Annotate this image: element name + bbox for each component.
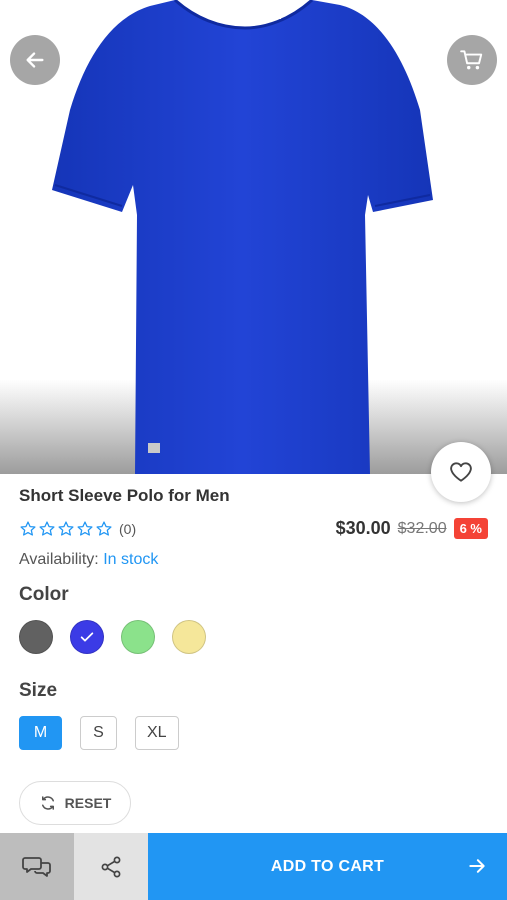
current-price: $30.00	[335, 518, 391, 538]
star-icon	[77, 521, 93, 536]
star-icon	[39, 521, 55, 536]
availability: Availability: In stock	[19, 551, 158, 569]
star-icon	[96, 521, 112, 536]
color-section-title: Color	[19, 584, 69, 605]
size-section-title: Size	[19, 680, 58, 701]
star-icon	[58, 521, 74, 536]
availability-label: Availability:	[19, 551, 99, 568]
reset-label: RESET	[64, 795, 112, 811]
size-option-m[interactable]: M	[19, 716, 62, 750]
color-swatches	[19, 620, 206, 654]
add-to-cart-button[interactable]: ADD TO CART	[148, 833, 507, 900]
star-icon	[20, 521, 36, 536]
add-to-cart-label: ADD TO CART	[270, 857, 385, 875]
bottom-action-bar: ADD TO CART	[0, 833, 507, 900]
color-swatch-light-green[interactable]	[121, 620, 155, 654]
color-swatch-blue[interactable]	[70, 620, 104, 654]
rating[interactable]: (0)	[19, 520, 136, 538]
share-icon	[101, 856, 121, 877]
reset-button[interactable]: RESET	[19, 781, 131, 825]
size-option-s[interactable]: S	[80, 716, 117, 750]
cart-button[interactable]	[447, 35, 497, 85]
status-time: 9:46 AM	[224, 6, 283, 23]
chat-button[interactable]	[0, 833, 74, 900]
color-swatch-light-yellow[interactable]	[172, 620, 206, 654]
chat-bubbles-icon	[22, 856, 51, 877]
arrow-right-icon	[469, 859, 485, 873]
availability-status: In stock	[103, 551, 159, 568]
tshirt-image	[52, 0, 433, 474]
size-options: M S XL	[19, 716, 179, 750]
back-button[interactable]	[10, 35, 60, 85]
arrow-left-icon	[26, 52, 44, 68]
discount-badge: 6 %	[453, 518, 488, 539]
size-option-xl[interactable]: XL	[135, 716, 179, 750]
heart-icon	[450, 462, 472, 482]
star-rating	[19, 520, 113, 538]
label-tag	[148, 443, 160, 453]
color-swatch-dark-gray[interactable]	[19, 620, 53, 654]
share-button[interactable]	[74, 833, 148, 900]
product-title: Short Sleeve Polo for Men	[19, 486, 230, 505]
product-image: 9:46 AM	[0, 0, 507, 474]
favorite-button[interactable]	[431, 442, 491, 502]
refresh-icon	[41, 796, 54, 810]
rating-count: (0)	[119, 521, 137, 537]
price-row: $30.00 $32.00 6 %	[336, 518, 488, 539]
original-price: $32.00	[397, 519, 447, 537]
check-icon	[80, 632, 94, 642]
cart-icon	[460, 50, 483, 70]
